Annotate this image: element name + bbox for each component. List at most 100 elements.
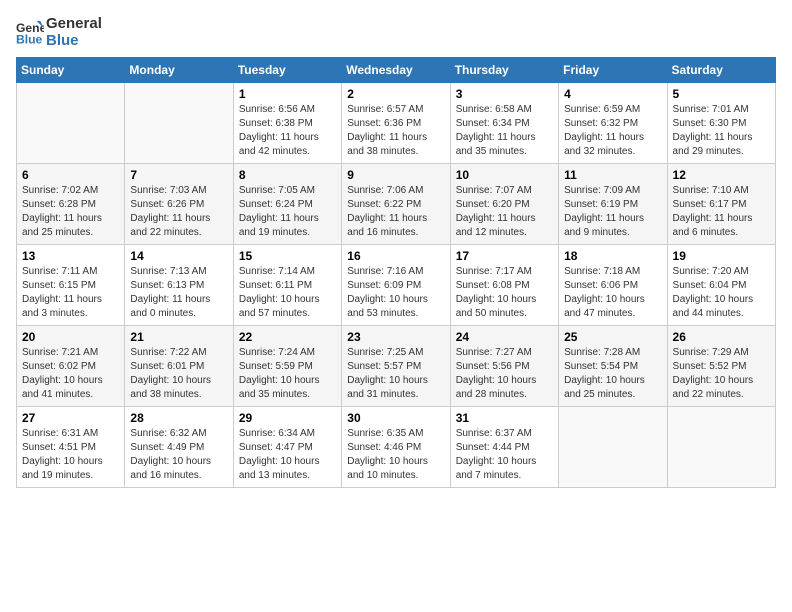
calendar-cell: 15 Sunrise: 7:14 AMSunset: 6:11 PMDayligh… (233, 245, 341, 326)
day-info: Sunrise: 7:29 AMSunset: 5:52 PMDaylight:… (673, 346, 770, 402)
weekday-header-row: SundayMondayTuesdayWednesdayThursdayFrid… (17, 58, 776, 83)
calendar-week-0: 1 Sunrise: 6:56 AMSunset: 6:38 PMDaylight… (17, 83, 776, 164)
day-info: Sunrise: 7:02 AMSunset: 6:28 PMDaylight:… (22, 184, 119, 240)
day-number: 1 (239, 87, 336, 101)
day-info: Sunrise: 7:22 AMSunset: 6:01 PMDaylight:… (130, 346, 227, 402)
calendar-cell: 9 Sunrise: 7:06 AMSunset: 6:22 PMDaylight… (342, 164, 450, 245)
calendar: SundayMondayTuesdayWednesdayThursdayFrid… (16, 57, 776, 488)
day-info: Sunrise: 7:16 AMSunset: 6:09 PMDaylight:… (347, 265, 444, 321)
calendar-cell: 14 Sunrise: 7:13 AMSunset: 6:13 PMDayligh… (125, 245, 233, 326)
day-number: 28 (130, 411, 227, 425)
calendar-cell: 22 Sunrise: 7:24 AMSunset: 5:59 PMDayligh… (233, 326, 341, 407)
day-number: 22 (239, 330, 336, 344)
day-number: 15 (239, 249, 336, 263)
day-number: 18 (564, 249, 661, 263)
calendar-cell: 16 Sunrise: 7:16 AMSunset: 6:09 PMDayligh… (342, 245, 450, 326)
day-number: 13 (22, 249, 119, 263)
calendar-cell: 10Sunrise: 7:07 AMSunset: 6:20 PMDayligh… (450, 164, 558, 245)
calendar-cell: 27 Sunrise: 6:31 AMSunset: 4:51 PMDayligh… (17, 407, 125, 488)
calendar-cell: 8 Sunrise: 7:05 AMSunset: 6:24 PMDaylight… (233, 164, 341, 245)
day-number: 19 (673, 249, 770, 263)
calendar-cell (559, 407, 667, 488)
weekday-header-sunday: Sunday (17, 58, 125, 83)
day-info: Sunrise: 7:01 AMSunset: 6:30 PMDaylight:… (673, 103, 770, 159)
day-number: 8 (239, 168, 336, 182)
weekday-header-friday: Friday (559, 58, 667, 83)
day-number: 3 (456, 87, 553, 101)
weekday-header-wednesday: Wednesday (342, 58, 450, 83)
day-number: 17 (456, 249, 553, 263)
day-info: Sunrise: 6:34 AMSunset: 4:47 PMDaylight:… (239, 427, 336, 483)
day-info: Sunrise: 7:13 AMSunset: 6:13 PMDaylight:… (130, 265, 227, 321)
calendar-week-1: 6 Sunrise: 7:02 AMSunset: 6:28 PMDaylight… (17, 164, 776, 245)
calendar-cell (667, 407, 775, 488)
calendar-cell (17, 83, 125, 164)
day-info: Sunrise: 7:09 AMSunset: 6:19 PMDaylight:… (564, 184, 661, 240)
day-info: Sunrise: 7:03 AMSunset: 6:26 PMDaylight:… (130, 184, 227, 240)
calendar-cell: 21 Sunrise: 7:22 AMSunset: 6:01 PMDayligh… (125, 326, 233, 407)
day-info: Sunrise: 6:58 AMSunset: 6:34 PMDaylight:… (456, 103, 553, 159)
calendar-cell: 5 Sunrise: 7:01 AMSunset: 6:30 PMDaylight… (667, 83, 775, 164)
day-number: 2 (347, 87, 444, 101)
header: General Blue General Blue (16, 16, 776, 49)
calendar-cell: 4 Sunrise: 6:59 AMSunset: 6:32 PMDaylight… (559, 83, 667, 164)
day-info: Sunrise: 7:24 AMSunset: 5:59 PMDaylight:… (239, 346, 336, 402)
weekday-header-monday: Monday (125, 58, 233, 83)
day-info: Sunrise: 6:35 AMSunset: 4:46 PMDaylight:… (347, 427, 444, 483)
day-number: 9 (347, 168, 444, 182)
day-info: Sunrise: 6:59 AMSunset: 6:32 PMDaylight:… (564, 103, 661, 159)
day-number: 7 (130, 168, 227, 182)
calendar-cell: 17Sunrise: 7:17 AMSunset: 6:08 PMDayligh… (450, 245, 558, 326)
calendar-cell: 29 Sunrise: 6:34 AMSunset: 4:47 PMDayligh… (233, 407, 341, 488)
day-info: Sunrise: 6:57 AMSunset: 6:36 PMDaylight:… (347, 103, 444, 159)
day-number: 12 (673, 168, 770, 182)
weekday-header-tuesday: Tuesday (233, 58, 341, 83)
day-info: Sunrise: 7:14 AMSunset: 6:11 PMDaylight:… (239, 265, 336, 321)
day-number: 30 (347, 411, 444, 425)
calendar-cell: 2 Sunrise: 6:57 AMSunset: 6:36 PMDaylight… (342, 83, 450, 164)
calendar-cell: 26 Sunrise: 7:29 AMSunset: 5:52 PMDayligh… (667, 326, 775, 407)
day-number: 29 (239, 411, 336, 425)
day-number: 23 (347, 330, 444, 344)
calendar-cell: 28 Sunrise: 6:32 AMSunset: 4:49 PMDayligh… (125, 407, 233, 488)
day-number: 24 (456, 330, 553, 344)
day-info: Sunrise: 6:37 AMSunset: 4:44 PMDaylight:… (456, 427, 553, 483)
calendar-cell: 7 Sunrise: 7:03 AMSunset: 6:26 PMDaylight… (125, 164, 233, 245)
calendar-cell: 23Sunrise: 7:25 AMSunset: 5:57 PMDayligh… (342, 326, 450, 407)
day-number: 27 (22, 411, 119, 425)
day-info: Sunrise: 6:32 AMSunset: 4:49 PMDaylight:… (130, 427, 227, 483)
day-number: 21 (130, 330, 227, 344)
calendar-cell: 24 Sunrise: 7:27 AMSunset: 5:56 PMDayligh… (450, 326, 558, 407)
day-number: 10 (456, 168, 553, 182)
logo: General Blue General Blue (16, 16, 102, 49)
day-info: Sunrise: 6:56 AMSunset: 6:38 PMDaylight:… (239, 103, 336, 159)
logo-icon: General Blue (16, 19, 44, 47)
day-info: Sunrise: 7:10 AMSunset: 6:17 PMDaylight:… (673, 184, 770, 240)
day-info: Sunrise: 7:11 AMSunset: 6:15 PMDaylight:… (22, 265, 119, 321)
day-info: Sunrise: 6:31 AMSunset: 4:51 PMDaylight:… (22, 427, 119, 483)
calendar-week-4: 27 Sunrise: 6:31 AMSunset: 4:51 PMDayligh… (17, 407, 776, 488)
day-info: Sunrise: 7:21 AMSunset: 6:02 PMDaylight:… (22, 346, 119, 402)
day-number: 4 (564, 87, 661, 101)
day-number: 26 (673, 330, 770, 344)
weekday-header-saturday: Saturday (667, 58, 775, 83)
calendar-week-3: 20 Sunrise: 7:21 AMSunset: 6:02 PMDayligh… (17, 326, 776, 407)
day-number: 6 (22, 168, 119, 182)
day-number: 31 (456, 411, 553, 425)
day-number: 16 (347, 249, 444, 263)
calendar-cell: 3 Sunrise: 6:58 AMSunset: 6:34 PMDaylight… (450, 83, 558, 164)
weekday-header-thursday: Thursday (450, 58, 558, 83)
calendar-cell: 11Sunrise: 7:09 AMSunset: 6:19 PMDayligh… (559, 164, 667, 245)
day-number: 20 (22, 330, 119, 344)
day-info: Sunrise: 7:28 AMSunset: 5:54 PMDaylight:… (564, 346, 661, 402)
calendar-cell: 6 Sunrise: 7:02 AMSunset: 6:28 PMDaylight… (17, 164, 125, 245)
calendar-cell: 13 Sunrise: 7:11 AMSunset: 6:15 PMDayligh… (17, 245, 125, 326)
day-info: Sunrise: 7:27 AMSunset: 5:56 PMDaylight:… (456, 346, 553, 402)
day-info: Sunrise: 7:06 AMSunset: 6:22 PMDaylight:… (347, 184, 444, 240)
day-number: 14 (130, 249, 227, 263)
calendar-cell (125, 83, 233, 164)
day-number: 5 (673, 87, 770, 101)
day-info: Sunrise: 7:05 AMSunset: 6:24 PMDaylight:… (239, 184, 336, 240)
day-info: Sunrise: 7:18 AMSunset: 6:06 PMDaylight:… (564, 265, 661, 321)
svg-text:Blue: Blue (16, 32, 43, 46)
